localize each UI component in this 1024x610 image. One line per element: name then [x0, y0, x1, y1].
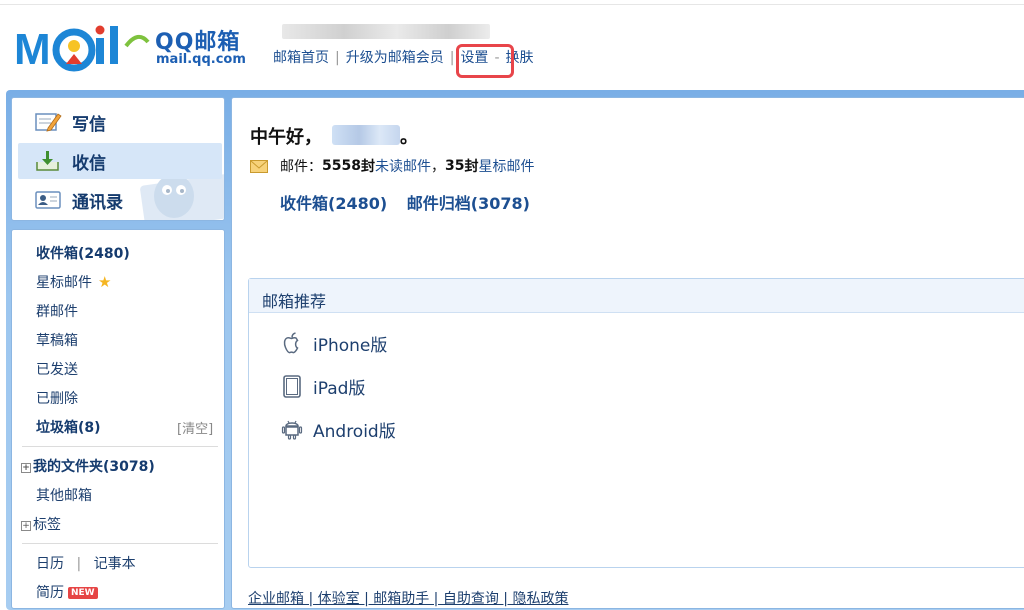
sidebar-actions: 写信 收信 通讯录 [11, 97, 225, 221]
expand-plus-icon[interactable]: + [21, 463, 31, 473]
folder-list: 收件箱(2480) 星标邮件 ★ 群邮件 草稿箱 已发送 已删除 垃圾箱(8) [… [11, 229, 225, 609]
folder-inbox[interactable]: 收件箱(2480) [36, 243, 130, 263]
calendar-link[interactable]: 日历 [36, 556, 64, 572]
compose-label: 写信 [72, 114, 106, 135]
mail-summary: 邮件： 5558 封 未读邮件 ， 35 封 星标邮件 [250, 156, 534, 176]
contacts-button[interactable]: 通讯录 [18, 182, 123, 218]
compose-button[interactable]: 写信 [18, 104, 106, 140]
app-iphone-label: iPhone版 [313, 335, 388, 356]
new-badge: NEW [68, 587, 98, 599]
folder-drafts[interactable]: 草稿箱 [36, 330, 78, 350]
app-ipad[interactable]: iPad版 [279, 371, 365, 401]
unread-mail-link[interactable]: 未读邮件 [375, 156, 431, 176]
folder-deleted[interactable]: 已删除 [36, 388, 78, 408]
folder-spam[interactable]: 垃圾箱(8) [36, 417, 101, 437]
nav-mail-home[interactable]: 邮箱首页 [273, 50, 329, 66]
compose-icon [35, 113, 62, 132]
sidebar-divider [22, 446, 218, 447]
folder-sent[interactable]: 已发送 [36, 359, 78, 379]
quick-links: 收件箱(2480) 邮件归档(3078) [280, 190, 544, 214]
folder-tags[interactable]: + 标签 [21, 514, 61, 534]
starred-mail-link[interactable]: 星标邮件 [478, 156, 534, 176]
starred-count: 35 [444, 158, 465, 174]
link-separator: | [76, 556, 82, 572]
receive-mail-label: 收信 [72, 153, 106, 174]
notes-link[interactable]: 记事本 [94, 556, 136, 572]
folder-other-mailboxes[interactable]: 其他邮箱 [36, 485, 92, 505]
expand-plus-icon[interactable]: + [21, 521, 31, 531]
receive-mail-button[interactable]: 收信 [18, 143, 222, 179]
resume-link[interactable]: 简历 NEW [36, 582, 98, 602]
inbox-download-icon [36, 151, 59, 171]
svg-text:M: M [14, 25, 51, 72]
app-android-label: Android版 [313, 421, 396, 442]
star-icon: ★ [98, 273, 112, 291]
recommend-title: 邮箱推荐 [249, 279, 1024, 313]
starred-unit: 封 [464, 159, 479, 175]
ipad-icon [283, 375, 301, 398]
resume-label: 简历 [36, 585, 64, 601]
username-redacted [332, 125, 400, 145]
folder-my-folders[interactable]: + 我的文件夹(3078) [21, 456, 155, 476]
unread-count: 5558 [322, 158, 361, 174]
folder-group-mail[interactable]: 群邮件 [36, 301, 78, 321]
apple-icon [283, 332, 299, 354]
quick-link-inbox[interactable]: 收件箱(2480) [280, 194, 387, 213]
app-ipad-label: iPad版 [313, 378, 366, 399]
nav-upgrade-member[interactable]: 升级为邮箱会员 [346, 50, 444, 66]
mail-label: 邮件： [280, 159, 322, 175]
nav-separator: | [335, 50, 340, 66]
app-iphone[interactable]: iPhone版 [279, 328, 387, 358]
greeting: 中午好， [250, 127, 322, 148]
folder-starred-label: 星标邮件 [36, 275, 92, 291]
top-divider [0, 4, 1024, 5]
main-content: 中午好， 。 邮件： 5558 封 未读邮件 ， 35 封 星标邮件 收件箱(2… [231, 97, 1024, 609]
quick-link-archive[interactable]: 邮件归档(3078) [407, 194, 530, 213]
contacts-card-icon [35, 191, 61, 209]
app-android[interactable]: Android版 [279, 414, 396, 444]
contacts-label: 通讯录 [72, 192, 123, 213]
user-account-redacted [282, 24, 490, 39]
unread-unit: 封 [360, 159, 375, 175]
qqmail-logo[interactable]: M [14, 24, 154, 72]
brand-url: mail.qq.com [156, 52, 246, 67]
clear-spam-button[interactable]: [清空] [177, 418, 213, 437]
android-icon [281, 420, 303, 440]
recommend-panel: 邮箱推荐 iPhone版 iPad版 Android版 [248, 278, 1024, 568]
tags-label: 标签 [33, 517, 61, 533]
nav-separator: | [449, 50, 455, 66]
greeting-end: 。 [400, 127, 418, 148]
envelope-icon [250, 159, 268, 173]
footer-links[interactable]: 企业邮箱 | 体验室 | 邮箱助手 | 自助查询 | 隐私政策 [248, 588, 568, 608]
header: M QQ邮箱 mail.qq.com 邮箱首页 | 升级为邮箱会员 | 设置 - 换肤 [0, 0, 1024, 92]
sidebar-divider [22, 543, 218, 544]
summary-comma: ， [430, 159, 445, 175]
folder-starred[interactable]: 星标邮件 ★ [36, 272, 111, 292]
calendar-notes-row: 日历 | 记事本 [36, 553, 136, 573]
my-folders-label: 我的文件夹(3078) [33, 459, 155, 475]
settings-highlight-box [456, 44, 514, 78]
